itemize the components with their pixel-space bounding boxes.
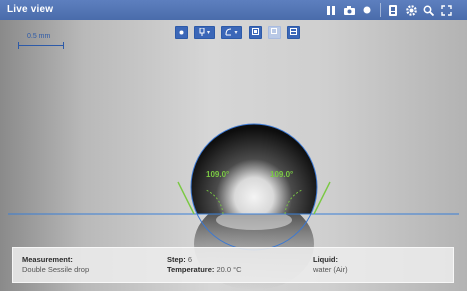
settings-icon[interactable]: [404, 3, 418, 17]
liquid-label: Liquid:: [313, 255, 338, 264]
temperature-value: 20.0 °C: [216, 265, 242, 274]
pause-icon[interactable]: [324, 3, 338, 17]
fullscreen-icon[interactable]: [439, 3, 453, 17]
device-icon[interactable]: [386, 3, 400, 17]
live-view-window: Live view ▾ ▾ 0.5 mm 109.0° 109.0° Measu…: [0, 0, 467, 291]
step-label: Step:: [167, 255, 186, 264]
title-bar: Live view: [0, 0, 467, 20]
zoom-icon[interactable]: [421, 3, 435, 17]
record-icon[interactable]: [360, 3, 374, 17]
measurement-value: Double Sessile drop: [22, 265, 90, 274]
measurement-info-panel: Measurement: Double Sessile drop Step: 6…: [12, 247, 454, 283]
window-title: Live view: [7, 4, 54, 15]
left-contact-angle: 109.0°: [206, 170, 229, 179]
temperature-label: Temperature:: [167, 265, 215, 274]
camera-icon[interactable]: [342, 3, 356, 17]
measurement-label: Measurement:: [22, 255, 73, 264]
right-contact-angle: 109.0°: [270, 170, 293, 179]
liquid-value: water (Air): [313, 265, 348, 274]
step-value: 6: [187, 255, 193, 264]
toolbar-divider: [380, 3, 381, 17]
